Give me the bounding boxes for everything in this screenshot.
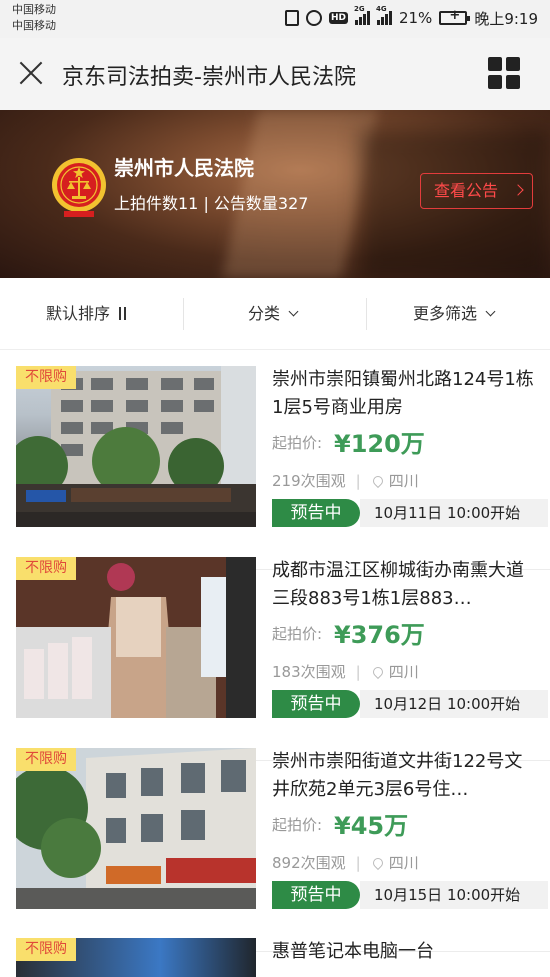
item-title[interactable]: 崇州市崇阳镇蜀州北路124号1栋1层5号商业用房 bbox=[272, 366, 534, 422]
item-meta: 183次围观 | 四川 bbox=[272, 663, 419, 681]
carrier-label-2: 中国移动 bbox=[12, 19, 56, 32]
item-photo[interactable]: 不限购 bbox=[16, 366, 256, 527]
location-pin-icon bbox=[370, 664, 385, 680]
item-meta: 219次围观 | 四川 bbox=[272, 472, 419, 490]
vibrate-icon bbox=[284, 10, 299, 26]
item-location: 四川 bbox=[388, 663, 419, 681]
signal-2g-label: 2G bbox=[353, 5, 365, 13]
court-emblem-icon bbox=[52, 158, 106, 217]
court-name: 崇州市人民法院 bbox=[114, 156, 254, 180]
filter-bar: 默认排序 分类 更多筛选 bbox=[0, 278, 550, 350]
carrier-label-1: 中国移动 bbox=[12, 3, 56, 16]
item-photo[interactable]: 不限购 bbox=[16, 557, 256, 718]
price-label: 起拍价: bbox=[272, 625, 323, 643]
alarm-icon bbox=[305, 10, 322, 26]
sort-icon bbox=[116, 307, 128, 321]
status-badge: 预告中 bbox=[272, 499, 360, 527]
category-filter-label: 分类 bbox=[248, 304, 281, 323]
item-price: ¥376万 bbox=[334, 621, 425, 649]
signal-4g-label: 4G bbox=[375, 5, 387, 13]
status-bar: 中国移动 中国移动 HD 2G 4G 21% 晚上9:19 bbox=[0, 0, 550, 38]
list-item[interactable]: 不限购 崇州市崇阳镇蜀州北路124号1栋1层5号商业用房 起拍价: ¥120万 … bbox=[0, 366, 550, 570]
item-title[interactable]: 惠普笔记本电脑一台 bbox=[272, 938, 534, 968]
category-filter[interactable]: 分类 bbox=[248, 298, 299, 330]
hd-icon: HD bbox=[328, 12, 348, 24]
more-filter[interactable]: 更多筛选 bbox=[413, 298, 496, 330]
start-time: 10月15日 10:00开始 bbox=[360, 881, 548, 909]
view-count: 183次围观 bbox=[272, 663, 346, 681]
chevron-down-icon bbox=[485, 306, 496, 317]
item-location: 四川 bbox=[388, 472, 419, 490]
no-limit-tag: 不限购 bbox=[16, 748, 76, 771]
building-photo-icon bbox=[16, 366, 256, 527]
item-title[interactable]: 崇州市崇阳街道文井街122号文井欣苑2单元3层6号住… bbox=[272, 748, 534, 804]
view-count: 892次围观 bbox=[272, 854, 346, 872]
nav-bar: 京东司法拍卖-崇州市人民法院 bbox=[0, 38, 550, 110]
court-stats: 上拍件数11 | 公告数量327 bbox=[114, 194, 309, 213]
item-title[interactable]: 成都市温江区柳城街办南熏大道三段883号1栋1层883… bbox=[272, 557, 534, 613]
list-item[interactable]: 不限购 惠普笔记本电脑一台 bbox=[0, 938, 550, 977]
item-photo[interactable]: 不限购 bbox=[16, 748, 256, 909]
list-item[interactable]: 不限购 成都市温江区柳城街办南熏大道三段883号1栋1层883… 起拍价: ¥3… bbox=[0, 557, 550, 761]
chevron-down-icon bbox=[288, 306, 299, 317]
no-limit-tag: 不限购 bbox=[16, 366, 76, 389]
item-meta: 892次围观 | 四川 bbox=[272, 854, 419, 872]
more-filter-label: 更多筛选 bbox=[413, 304, 478, 323]
chevron-right-icon bbox=[512, 184, 524, 196]
view-count: 219次围观 bbox=[272, 472, 346, 490]
price-label: 起拍价: bbox=[272, 434, 323, 452]
sort-filter-label: 默认排序 bbox=[46, 304, 111, 323]
item-location: 四川 bbox=[388, 854, 419, 872]
start-time: 10月12日 10:00开始 bbox=[360, 690, 548, 718]
status-badge: 预告中 bbox=[272, 690, 360, 718]
signal-4g-icon: 4G bbox=[376, 5, 392, 25]
location-pin-icon bbox=[370, 855, 385, 871]
status-badge: 预告中 bbox=[272, 881, 360, 909]
item-price: ¥45万 bbox=[334, 812, 409, 840]
price-label: 起拍价: bbox=[272, 816, 323, 834]
grid-menu-icon[interactable] bbox=[488, 57, 520, 89]
start-time: 10月11日 10:00开始 bbox=[360, 499, 548, 527]
location-pin-icon bbox=[370, 473, 385, 489]
view-notice-button[interactable]: 查看公告 bbox=[420, 173, 533, 209]
no-limit-tag: 不限购 bbox=[16, 938, 76, 961]
sort-filter[interactable]: 默认排序 bbox=[46, 298, 128, 330]
list-item[interactable]: 不限购 崇州市崇阳街道文井街122号文井欣苑2单元3层6号住… 起拍价: ¥45… bbox=[0, 748, 550, 952]
page-title: 京东司法拍卖-崇州市人民法院 bbox=[62, 65, 356, 90]
item-price: ¥120万 bbox=[334, 430, 425, 458]
court-banner: 崇州市人民法院 上拍件数11 | 公告数量327 查看公告 bbox=[0, 110, 550, 278]
status-icons: HD 2G 4G 21% 晚上9:19 bbox=[284, 5, 538, 29]
signal-2g-icon: 2G bbox=[354, 5, 370, 25]
battery-icon bbox=[439, 8, 471, 25]
street-photo-icon bbox=[16, 748, 256, 909]
battery-percent: 21% bbox=[398, 9, 433, 27]
no-limit-tag: 不限购 bbox=[16, 557, 76, 580]
view-notice-label: 查看公告 bbox=[434, 181, 499, 200]
clock: 晚上9:19 bbox=[474, 9, 538, 28]
shop-interior-photo-icon bbox=[16, 557, 256, 718]
close-icon[interactable] bbox=[18, 60, 44, 86]
item-photo[interactable]: 不限购 bbox=[16, 938, 256, 977]
